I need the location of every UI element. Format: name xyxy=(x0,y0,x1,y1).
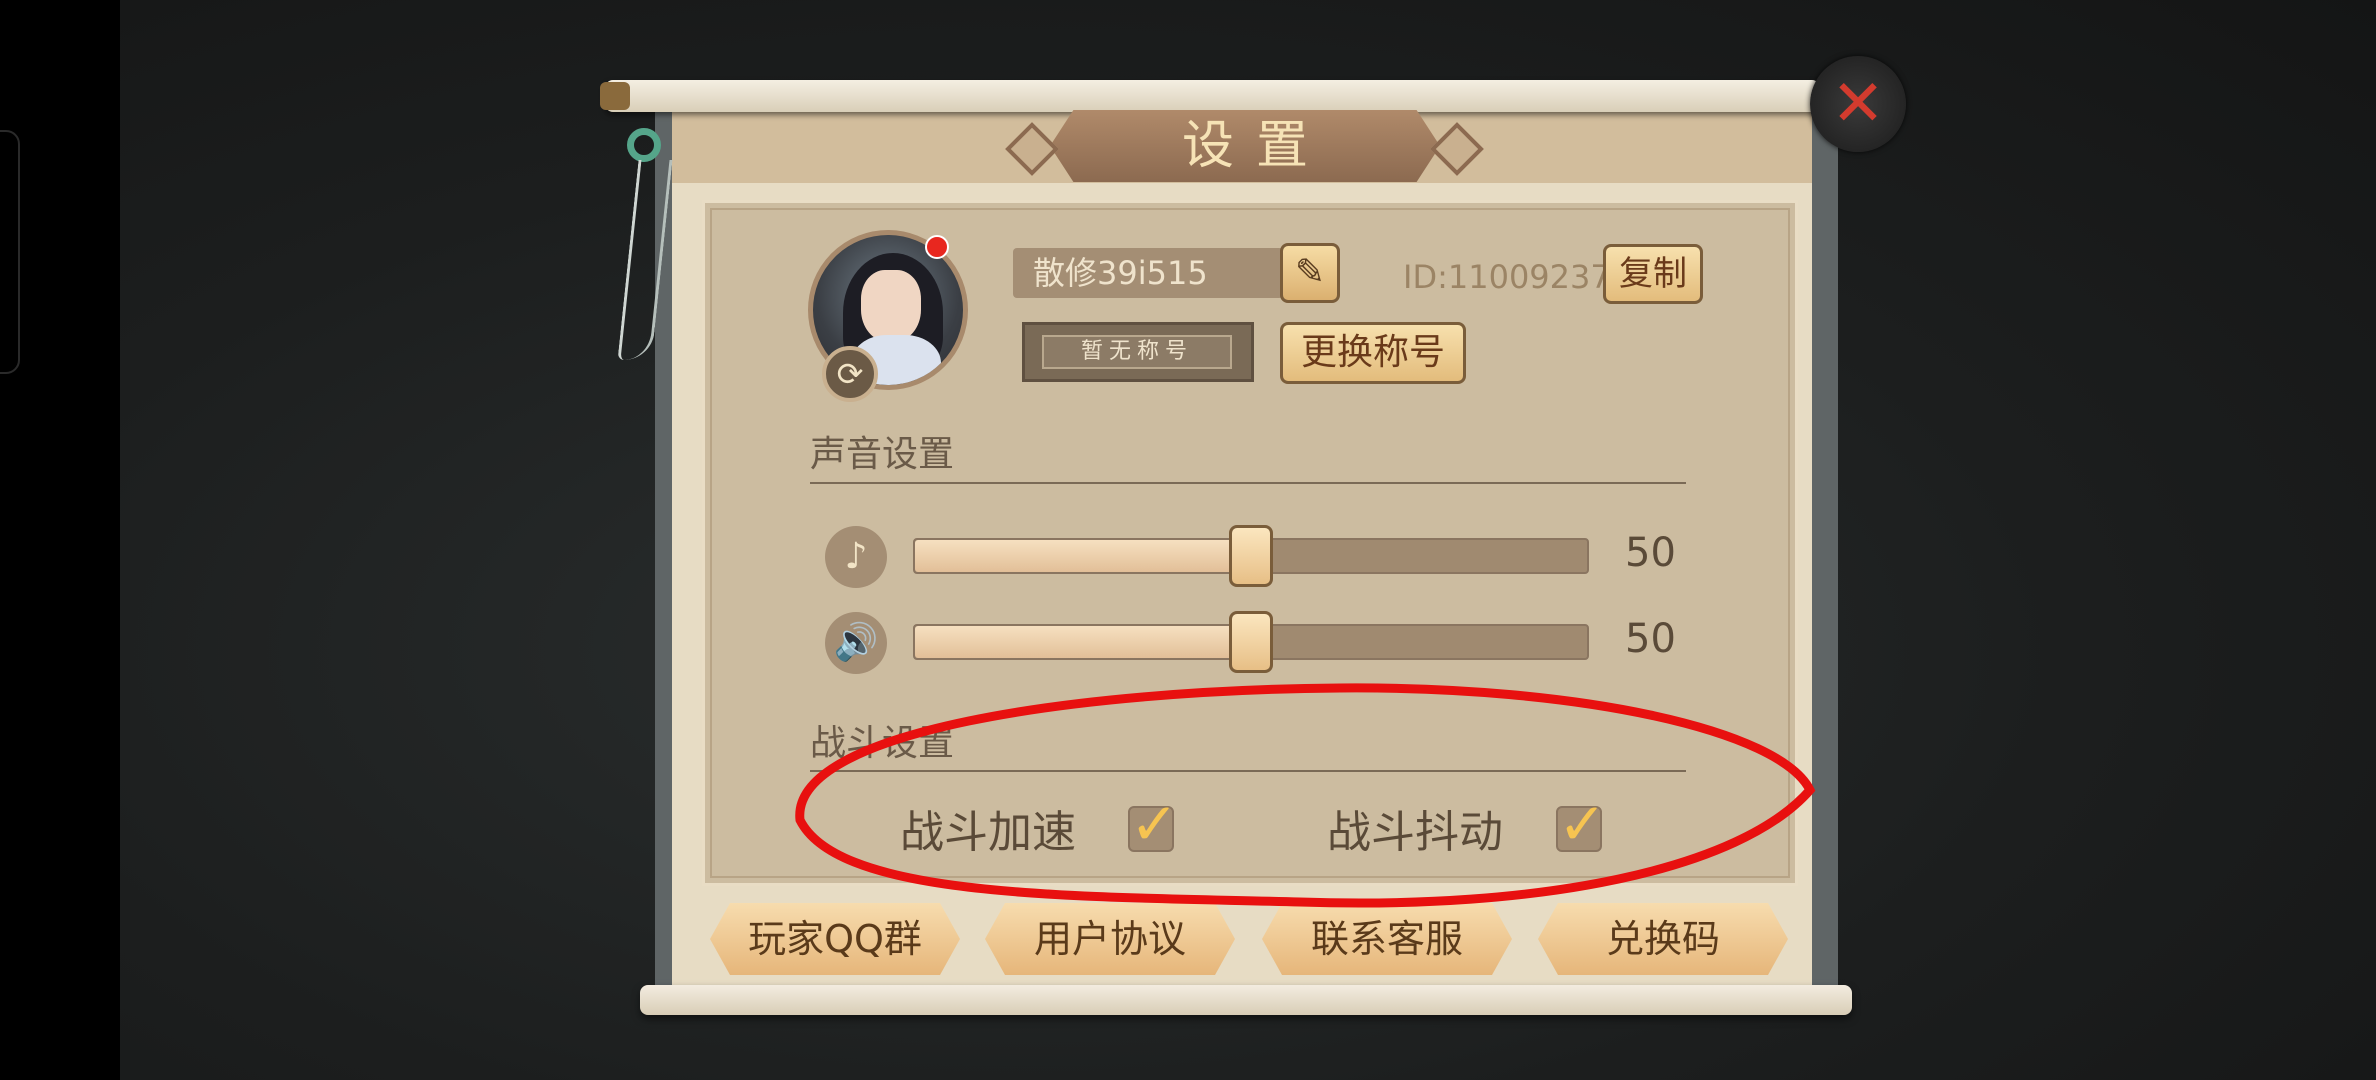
brush-icon: ✎ xyxy=(1294,252,1326,293)
scroll-rod-cap xyxy=(600,82,630,110)
speaker-icon: 🔊 xyxy=(825,612,887,674)
avatar-face xyxy=(861,270,921,342)
battle-speed-checkbox[interactable]: ✓ xyxy=(1128,790,1179,858)
close-button[interactable]: ✕ xyxy=(1810,56,1906,152)
jade-pendant-icon xyxy=(627,128,661,162)
checkmark-icon: ✓ xyxy=(1130,790,1179,858)
player-name: 散修39i515 xyxy=(1033,254,1208,292)
music-slider-fill xyxy=(915,540,1253,572)
notification-dot-icon xyxy=(925,235,949,259)
copy-id-button[interactable]: 复制 xyxy=(1603,244,1703,304)
effects-slider-handle[interactable] xyxy=(1229,611,1273,673)
battle-divider xyxy=(810,770,1686,772)
battle-speed-label: 战斗加速 xyxy=(900,807,1076,858)
scroll-rod-bottom xyxy=(640,985,1852,1015)
dialog-title: 设置 xyxy=(1181,116,1330,176)
effects-volume-value: 50 xyxy=(1625,616,1676,662)
user-agreement-button[interactable]: 用户协议 xyxy=(985,903,1235,975)
device-notch xyxy=(0,130,20,374)
music-slider-handle[interactable] xyxy=(1229,525,1273,587)
edit-name-button[interactable]: ✎ xyxy=(1280,243,1340,303)
scroll-edge-right xyxy=(1810,105,1838,995)
music-volume-value: 50 xyxy=(1625,530,1676,576)
close-icon: ✕ xyxy=(1831,67,1885,141)
scroll-rod-top xyxy=(605,80,1820,112)
redeem-code-button[interactable]: 兑换码 xyxy=(1538,903,1788,975)
checkmark-icon: ✓ xyxy=(1558,790,1607,858)
battle-shake-checkbox[interactable]: ✓ xyxy=(1556,790,1607,858)
player-id: ID:11009237 xyxy=(1403,258,1611,296)
battle-shake-label: 战斗抖动 xyxy=(1327,807,1503,858)
change-avatar-button[interactable]: ⟳ xyxy=(822,346,878,402)
effects-slider-fill xyxy=(915,626,1253,658)
music-note-icon: ♪ xyxy=(825,526,887,588)
sound-section-label: 声音设置 xyxy=(810,434,955,475)
customer-service-button[interactable]: 联系客服 xyxy=(1262,903,1512,975)
sound-divider xyxy=(810,482,1686,484)
qq-group-button[interactable]: 玩家QQ群 xyxy=(710,903,960,975)
title-badge: 暂无称号 xyxy=(1042,335,1232,369)
battle-section-label: 战斗设置 xyxy=(810,723,955,764)
change-title-button[interactable]: 更换称号 xyxy=(1280,322,1466,384)
